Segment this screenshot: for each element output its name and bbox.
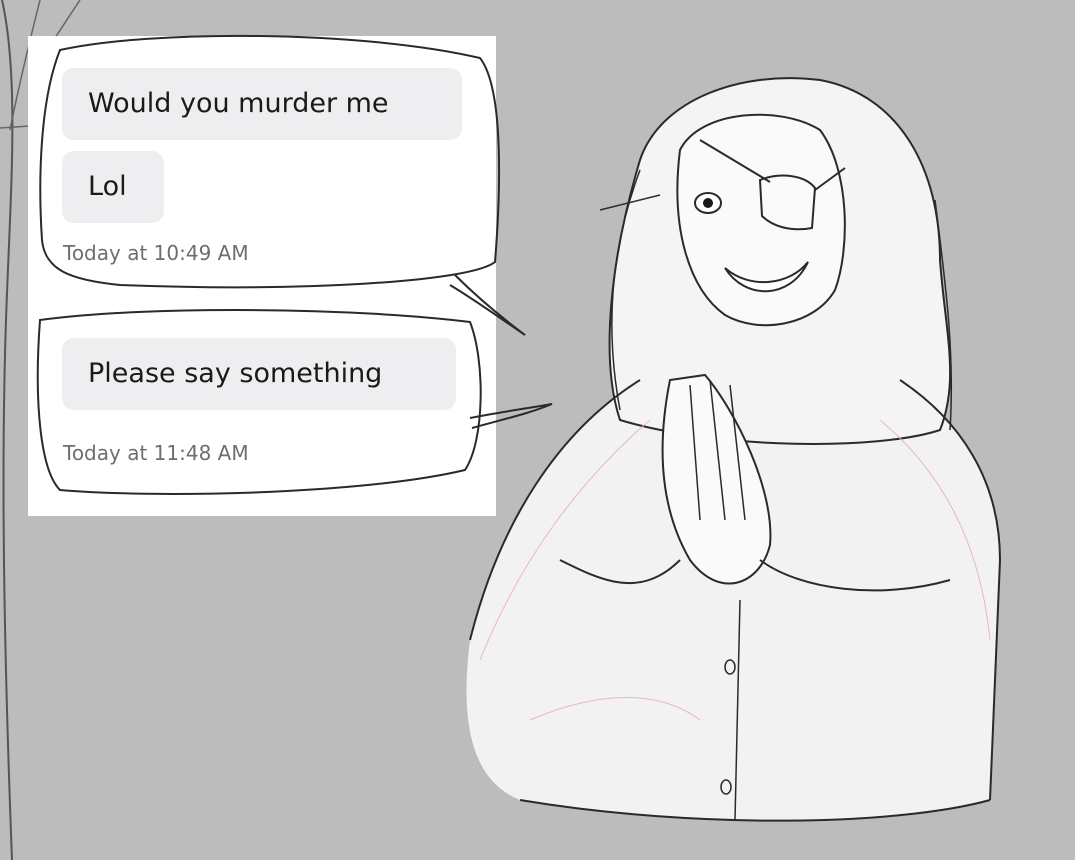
- illustration-canvas: Would you murder me Lol Today at 10:49 A…: [0, 0, 1075, 860]
- character-illustration: [466, 77, 1002, 822]
